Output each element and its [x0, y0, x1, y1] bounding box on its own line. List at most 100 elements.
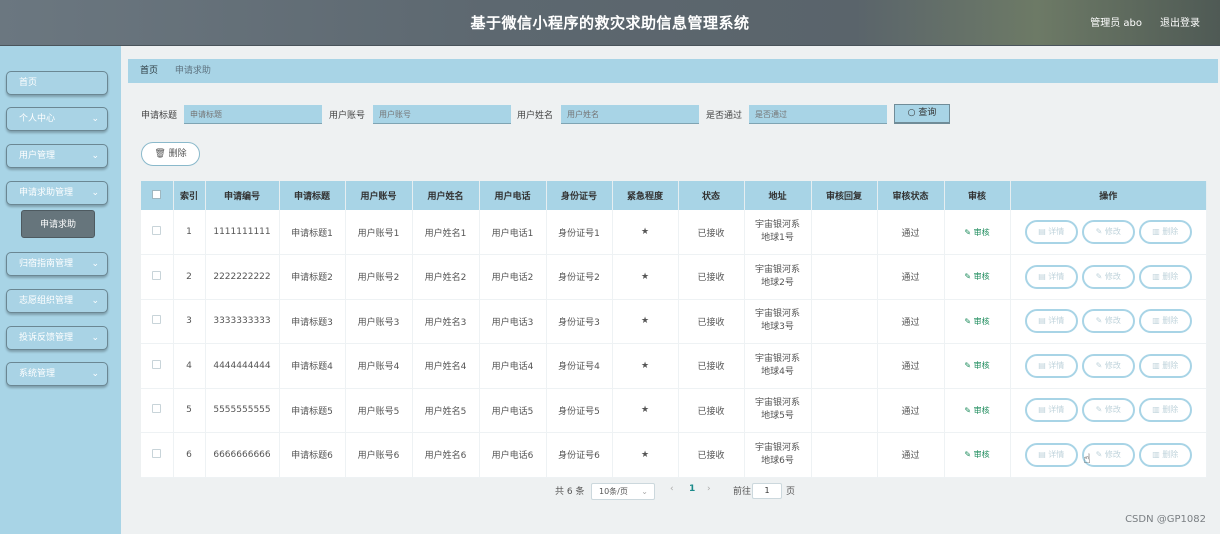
sidebar-item-help-request-mgmt[interactable]: 申请求助管理 ⌄	[6, 181, 108, 205]
batch-delete-button[interactable]: 🗑︎ 删除	[141, 142, 200, 166]
breadcrumb-home[interactable]: 首页	[140, 66, 158, 76]
next-page-button[interactable]: ›	[707, 484, 711, 494]
search-approved-input[interactable]	[749, 105, 887, 124]
search-name-input[interactable]	[561, 105, 699, 124]
cell-request-no: 4444444444	[205, 343, 280, 389]
row-checkbox[interactable]	[152, 359, 162, 369]
table-header-row: 索引 申请编号 申请标题 用户账号 用户姓名 用户电话 身份证号 紧急程度 状态…	[141, 181, 1207, 210]
edit-button[interactable]: ✎ 修改	[1081, 264, 1135, 289]
audit-link[interactable]: ✎ 审核	[964, 272, 989, 281]
row-checkbox[interactable]	[152, 270, 162, 280]
edit-icon: ✎	[964, 316, 972, 326]
document-icon: ▤	[1038, 227, 1046, 236]
cell-audit-status: 通过	[877, 299, 945, 344]
audit-link[interactable]: ✎ 审核	[964, 317, 989, 326]
sidebar-item-shelter-guide-mgmt[interactable]: 归宿指南管理 ⌄	[6, 252, 108, 276]
cell-id-number: 身份证号5	[546, 388, 613, 433]
row-checkbox[interactable]	[152, 448, 162, 458]
row-select-cell[interactable]	[141, 210, 174, 255]
row-checkbox[interactable]	[152, 404, 162, 414]
document-icon: ▤	[1038, 449, 1046, 459]
edit-label: 修改	[1104, 449, 1121, 459]
search-label-account: 用户账号	[329, 111, 366, 121]
sidebar-item-system-mgmt[interactable]: 系统管理 ⌄	[6, 362, 108, 386]
cell-urgency: ★	[612, 210, 679, 255]
delete-label: 删除	[1162, 316, 1179, 326]
edit-icon: ✎	[964, 361, 972, 371]
page-number-current[interactable]: 1	[689, 484, 695, 494]
edit-icon: ✎	[964, 272, 972, 282]
logout-link[interactable]: 退出登录	[1160, 14, 1200, 29]
sidebar-item-personal-center[interactable]: 个人中心 ⌄	[6, 107, 108, 131]
delete-button[interactable]: ▥ 删除	[1138, 442, 1192, 467]
detail-button[interactable]: ▤ 详情	[1024, 309, 1078, 334]
row-select-cell[interactable]	[141, 299, 174, 344]
chevron-down-icon: ⌄	[91, 369, 99, 379]
col-request-no: 申请编号	[205, 181, 280, 210]
cell-address: 宇宙银河系 地球1号	[744, 210, 812, 255]
row-select-cell[interactable]	[141, 343, 174, 389]
sidebar-subitem-help-request[interactable]: 申请求助	[21, 210, 95, 238]
prev-page-button[interactable]: ‹	[670, 484, 674, 494]
edit-button[interactable]: ✎ 修改	[1081, 309, 1135, 334]
sidebar-item-label: 个人中心	[19, 114, 56, 124]
delete-button[interactable]: ▥ 删除	[1138, 220, 1192, 244]
edit-button[interactable]: ✎ 修改	[1081, 398, 1135, 423]
sidebar-item-complaint-mgmt[interactable]: 投诉反馈管理 ⌄	[6, 326, 108, 350]
sidebar-item-label: 系统管理	[19, 369, 56, 379]
sidebar-item-home[interactable]: 首页	[6, 71, 108, 95]
sidebar-item-label: 投诉反馈管理	[19, 333, 74, 343]
detail-button[interactable]: ▤ 详情	[1024, 353, 1078, 378]
sidebar-item-user-mgmt[interactable]: 用户管理 ⌄	[6, 144, 108, 168]
search-account-input[interactable]	[373, 105, 511, 124]
system-title: 基于微信小程序的救灾求助信息管理系统	[470, 14, 750, 32]
edit-button[interactable]: ✎ 修改	[1081, 220, 1135, 244]
document-icon: ▤	[1038, 360, 1046, 370]
delete-button[interactable]: ▥ 删除	[1138, 398, 1192, 423]
detail-button[interactable]: ▤ 详情	[1024, 264, 1078, 289]
search-title-input[interactable]	[184, 105, 322, 124]
query-button[interactable]: ○ 查询	[894, 104, 950, 124]
row-select-cell[interactable]	[141, 388, 174, 433]
edit-icon: ✎	[964, 227, 972, 237]
cell-account: 用户账号3	[345, 299, 413, 344]
address-line-1: 宇宙银河系	[754, 220, 800, 230]
help-request-table: 索引 申请编号 申请标题 用户账号 用户姓名 用户电话 身份证号 紧急程度 状态…	[141, 181, 1207, 478]
detail-button[interactable]: ▤ 详情	[1024, 442, 1078, 467]
document-icon: ▤	[1038, 271, 1046, 281]
audit-link[interactable]: ✎ 审核	[964, 228, 989, 237]
delete-label: 删除	[1162, 405, 1179, 415]
row-select-cell[interactable]	[141, 432, 174, 478]
cell-index: 4	[173, 343, 206, 389]
address-line-2: 地球6号	[761, 455, 794, 466]
cell-index: 2	[173, 254, 206, 300]
detail-label: 详情	[1048, 449, 1065, 459]
delete-button[interactable]: ▥ 删除	[1138, 309, 1192, 334]
cell-operations: ▤ 详情 ✎ 修改 ▥ 删除	[1010, 210, 1207, 255]
cell-address: 宇宙银河系 地球2号	[744, 254, 812, 300]
delete-button[interactable]: ▥ 删除	[1138, 264, 1192, 289]
goto-page-input[interactable]: 1	[752, 483, 782, 499]
top-header: 基于微信小程序的救灾求助信息管理系统 管理员 abo 退出登录	[0, 0, 1220, 46]
select-all-checkbox[interactable]	[152, 189, 162, 199]
edit-button[interactable]: ✎ 修改	[1081, 353, 1135, 378]
cell-account: 用户账号1	[345, 210, 413, 255]
page-size-select[interactable]: 10条/页 ⌄	[591, 483, 655, 500]
row-checkbox[interactable]	[152, 315, 162, 325]
mouse-cursor-icon: ☝	[1083, 452, 1091, 467]
table-row: 5 5555555555 申请标题5 用户账号5 用户姓名5 用户电话5 身份证号5 ★ 已接收…	[141, 388, 1207, 433]
select-all-cell[interactable]	[141, 181, 174, 210]
audit-link[interactable]: ✎ 审核	[964, 406, 989, 415]
row-select-cell[interactable]	[141, 254, 174, 300]
detail-button[interactable]: ▤ 详情	[1024, 398, 1078, 423]
audit-link[interactable]: ✎ 审核	[964, 361, 989, 370]
detail-button[interactable]: ▤ 详情	[1024, 220, 1078, 244]
cell-urgency: ★	[612, 343, 679, 389]
sidebar-item-volunteer-org-mgmt[interactable]: 志愿组织管理 ⌄	[6, 289, 108, 313]
row-checkbox[interactable]	[152, 226, 162, 235]
delete-label: 删除	[1162, 449, 1179, 459]
cell-index: 6	[173, 432, 206, 478]
delete-button[interactable]: ▥ 删除	[1138, 353, 1192, 378]
audit-link[interactable]: ✎ 审核	[964, 450, 989, 459]
cell-audit-reply	[811, 343, 878, 389]
